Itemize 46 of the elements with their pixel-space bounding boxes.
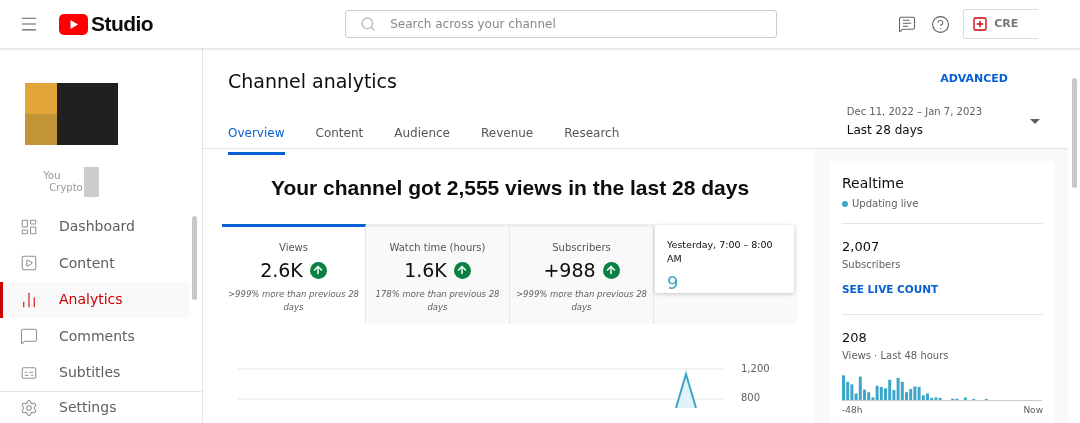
hover-tooltip: Yesterday, 7:00 – 8:00 AM 9 [655,225,794,293]
comment-icon [20,327,38,346]
axis-label: -48h [842,403,863,417]
sidebar-item[interactable]: Analytics [0,281,189,319]
subscriber-count: 2,007 [842,238,880,256]
dropdown-caret-icon [1030,118,1040,124]
realtime-title: Realtime [842,174,904,193]
add-video-icon [972,16,989,32]
page-title: Channel analytics [228,69,398,93]
tab[interactable]: Content [315,124,364,155]
blurred-block [83,167,99,197]
summary-headline: Your channel got 2,555 views in the last 28 days [269,175,751,201]
bar-chart-icon [20,290,38,309]
subscriber-label: Subscribers [842,257,901,272]
search-field[interactable]: Search across your channel [345,10,778,38]
tab[interactable]: Overview [228,124,285,155]
channel-name: You [43,170,62,182]
see-live-count-link[interactable]: SEE LIVE COUNT [842,281,939,298]
views-label: Views · Last 48 hours [842,348,949,363]
help-icon[interactable] [931,14,951,34]
channel-subtitle: Crypto [48,182,83,194]
sidebar-item[interactable]: Dashboard [0,208,189,246]
sidebar-item[interactable]: Subtitles [0,354,189,392]
advanced-mode-link[interactable]: ADVANCED [940,71,1008,88]
date-range-dropdown[interactable]: Dec 11, 2022 – Jan 7, 2023 Last 28 days [846,103,1040,139]
axis-label: Now [1023,403,1043,417]
settings-link[interactable]: Settings [59,397,117,419]
sidebar-item[interactable]: Content [0,245,189,282]
tab[interactable]: Research [564,124,620,155]
tab[interactable]: Audience [394,124,450,155]
play-logo-icon [59,13,88,35]
settings-icon [20,398,38,417]
logo-text[interactable]: Studio [91,8,154,40]
metric-tab[interactable]: Views 2.6K >999% more than previous 28 days [222,224,366,324]
play-icon [20,254,38,273]
tab[interactable]: Revenue [480,124,534,155]
dashboard-icon [20,217,38,236]
feedback-icon[interactable] [898,15,917,33]
create-button[interactable]: CRE [963,9,1039,39]
search-icon [360,16,377,32]
views-count: 208 [842,329,867,348]
metric-tab[interactable]: Watch time (hours) 1.6K 178% more than previous 28 days [366,224,510,324]
axis-label: 800 [741,392,762,404]
axis-label: 1,200 [741,363,770,375]
sidebar-item[interactable]: Comments [0,318,189,355]
live-status: Updating live [852,197,919,211]
